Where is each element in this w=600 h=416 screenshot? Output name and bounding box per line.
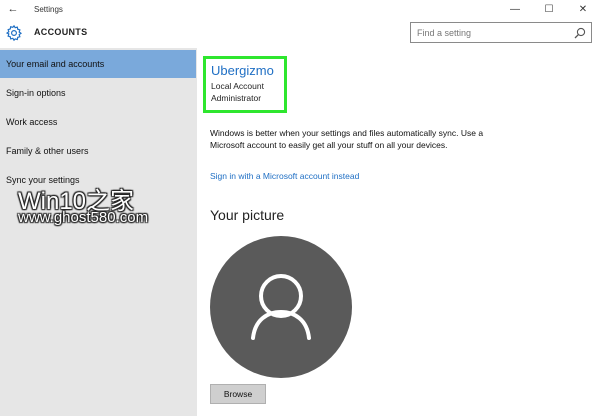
window-title: Settings	[34, 4, 63, 14]
account-type: Local Account	[211, 81, 264, 91]
title-bar: ← Settings — ☐ ✕	[0, 0, 600, 18]
minimize-button[interactable]: —	[498, 0, 532, 18]
account-name: Ubergizmo	[211, 63, 274, 78]
search-icon[interactable]	[574, 27, 586, 39]
sidebar-item-sign-in-options[interactable]: Sign-in options	[0, 79, 197, 107]
account-role: Administrator	[211, 93, 262, 103]
main-content: Ubergizmo Local Account Administrator Wi…	[197, 48, 600, 416]
user-icon	[251, 274, 311, 340]
sync-info-text: Windows is better when your settings and…	[210, 128, 484, 150]
back-arrow-icon: ←	[7, 3, 19, 15]
watermark-url: www.ghost580.com	[18, 209, 149, 226]
picture-section-title: Your picture	[210, 207, 285, 223]
search-input[interactable]	[411, 23, 571, 42]
browse-button[interactable]: Browse	[210, 384, 266, 404]
sidebar-item-email-accounts[interactable]: Your email and accounts	[0, 50, 196, 78]
close-button[interactable]: ✕	[566, 0, 600, 18]
settings-header: ACCOUNTS	[0, 18, 600, 48]
microsoft-account-link[interactable]: Sign in with a Microsoft account instead	[210, 171, 359, 181]
maximize-button[interactable]: ☐	[532, 0, 566, 18]
sidebar: Your email and accounts Sign-in options …	[0, 48, 197, 416]
sidebar-item-family-other-users[interactable]: Family & other users	[0, 137, 197, 165]
gear-icon	[5, 24, 23, 42]
close-icon: ✕	[578, 3, 588, 15]
minimize-icon: —	[510, 3, 520, 15]
maximize-icon: ☐	[544, 3, 554, 15]
window-controls: — ☐ ✕	[498, 0, 600, 18]
back-button[interactable]: ←	[0, 0, 26, 18]
sidebar-item-work-access[interactable]: Work access	[0, 108, 197, 136]
search-box[interactable]	[410, 22, 592, 43]
avatar	[210, 236, 352, 378]
page-title: ACCOUNTS	[34, 27, 88, 37]
